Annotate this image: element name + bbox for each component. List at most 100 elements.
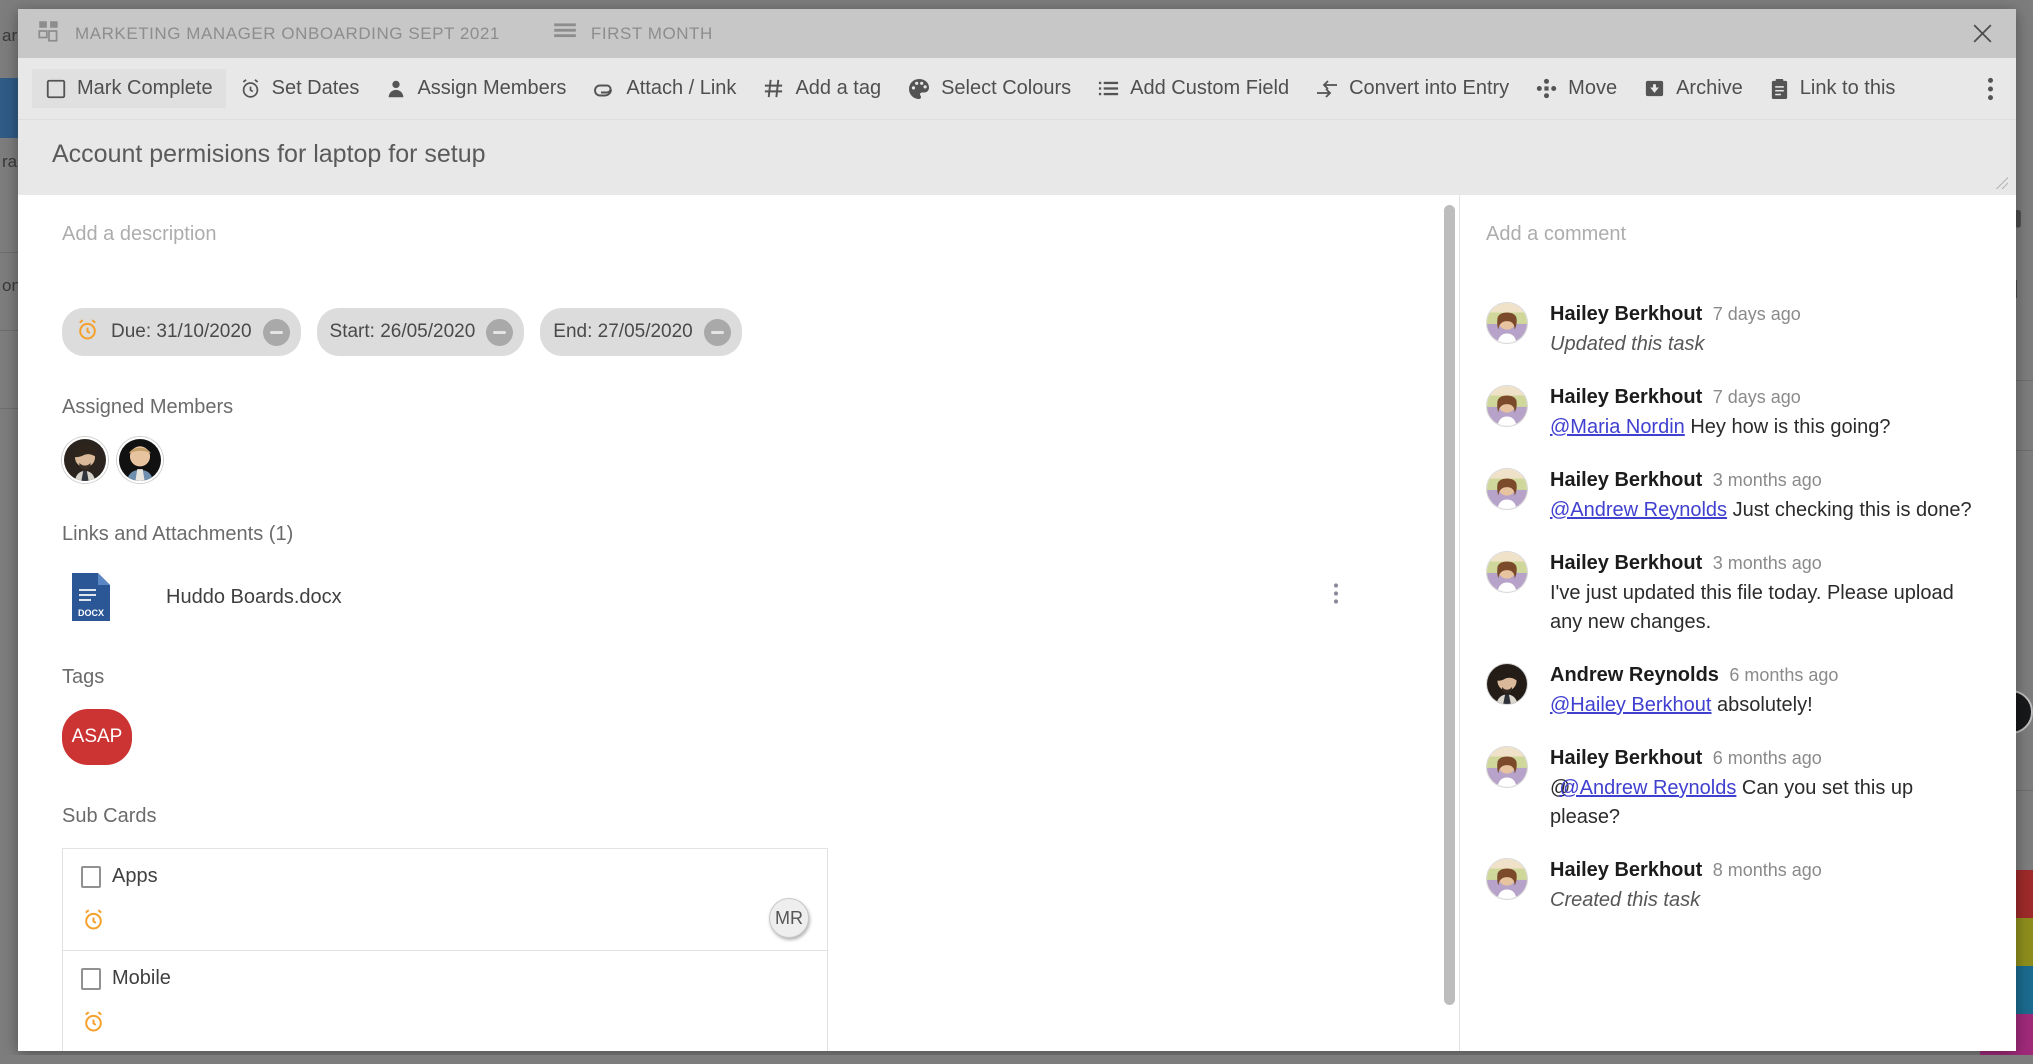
svg-text:DOCX: DOCX bbox=[78, 608, 104, 618]
start-date-chip[interactable]: Start: 26/05/2020 bbox=[316, 308, 525, 356]
sub-card[interactable]: Apps MR bbox=[62, 848, 828, 951]
avatar[interactable] bbox=[1486, 468, 1528, 510]
comment-author: Hailey Berkhout bbox=[1550, 552, 1703, 574]
comment-timestamp: 3 months ago bbox=[1712, 470, 1822, 490]
comment-item: Hailey Berkhout 7 days ago Updated this … bbox=[1486, 300, 1986, 359]
kebab-menu-icon[interactable] bbox=[1981, 70, 2000, 108]
avatar[interactable] bbox=[1486, 663, 1528, 705]
start-date-label: Start: 26/05/2020 bbox=[329, 321, 476, 342]
attachments-heading: Links and Attachments (1) bbox=[62, 523, 294, 545]
docx-file-icon: DOCX bbox=[72, 573, 110, 621]
avatar[interactable] bbox=[1486, 746, 1528, 788]
comment-item: Hailey Berkhout 7 days ago @Maria Nordin… bbox=[1486, 383, 1986, 442]
mention-link[interactable]: @Andrew Reynolds bbox=[1559, 777, 1736, 799]
avatar[interactable] bbox=[62, 437, 108, 483]
remove-icon[interactable] bbox=[703, 318, 731, 346]
comment-author: Hailey Berkhout bbox=[1550, 386, 1703, 408]
description-input[interactable]: Add a description bbox=[62, 223, 1415, 246]
remove-icon[interactable] bbox=[486, 318, 514, 346]
comment-author: Hailey Berkhout bbox=[1550, 303, 1703, 325]
comment-text: @Maria Nordin Hey how is this going? bbox=[1550, 413, 1986, 442]
alarm-clock-icon bbox=[75, 317, 100, 347]
comment-text: I've just updated this file today. Pleas… bbox=[1550, 582, 1954, 633]
comment-item: Andrew Reynolds 6 months ago @Hailey Ber… bbox=[1486, 661, 1986, 720]
add-a-tag-button[interactable]: Add a tag bbox=[749, 69, 894, 108]
sub-card[interactable]: Mobile bbox=[62, 951, 828, 1051]
card-toolbar: Mark Complete Set Dates Assign Members A… bbox=[18, 58, 2016, 120]
palette-icon bbox=[907, 77, 931, 101]
comment-timestamp: 3 months ago bbox=[1712, 553, 1822, 573]
link-to-this-button[interactable]: Link to this bbox=[1756, 69, 1909, 109]
comment-text: Updated this task bbox=[1550, 333, 1705, 355]
comment-text: @@Andrew Reynolds Can you set this up pl… bbox=[1550, 774, 1986, 832]
clipboard-icon bbox=[1769, 77, 1790, 101]
board-grid-icon bbox=[36, 18, 62, 49]
tags-heading: Tags bbox=[62, 666, 105, 688]
alarm-clock-icon bbox=[81, 1009, 106, 1039]
avatar[interactable] bbox=[1486, 302, 1528, 344]
card-left-scroll: Add a description Due: 31/10/2020 Start:… bbox=[18, 195, 1459, 1051]
sub-card-title: Mobile bbox=[112, 967, 171, 989]
paperclip-icon bbox=[592, 77, 616, 101]
sub-card-checkbox[interactable] bbox=[81, 865, 101, 888]
comment-body: Hey how is this going? bbox=[1684, 416, 1891, 438]
set-dates-label: Set Dates bbox=[271, 77, 360, 99]
window-bottom-strip bbox=[0, 1055, 2033, 1064]
mention-link[interactable]: @Hailey Berkhout bbox=[1550, 694, 1711, 716]
attachment-name[interactable]: Huddo Boards.docx bbox=[166, 586, 342, 609]
avatar[interactable] bbox=[1486, 858, 1528, 900]
comment-timestamp: 7 days ago bbox=[1712, 387, 1801, 407]
attachment-row[interactable]: DOCX Huddo Boards.docx bbox=[62, 568, 1415, 626]
end-date-chip[interactable]: End: 27/05/2020 bbox=[540, 308, 742, 356]
tag-asap[interactable]: ASAP bbox=[62, 709, 132, 765]
comment-text: Created this task bbox=[1550, 889, 1701, 911]
avatar[interactable] bbox=[1486, 385, 1528, 427]
close-icon[interactable] bbox=[1962, 14, 2002, 54]
kebab-menu-icon[interactable] bbox=[1327, 577, 1345, 618]
select-colours-button[interactable]: Select Colours bbox=[894, 69, 1084, 109]
move-button[interactable]: Move bbox=[1522, 69, 1630, 108]
breadcrumb-board-name[interactable]: MARKETING MANAGER ONBOARDING SEPT 2021 bbox=[75, 24, 500, 44]
sub-card-avatar[interactable]: MR bbox=[769, 898, 809, 938]
breadcrumb: MARKETING MANAGER ONBOARDING SEPT 2021 F… bbox=[18, 9, 2016, 58]
comment-author: Hailey Berkhout bbox=[1550, 859, 1703, 881]
due-date-chip[interactable]: Due: 31/10/2020 bbox=[62, 308, 301, 356]
mention-link[interactable]: @Maria Nordin bbox=[1550, 416, 1685, 438]
list-lines-icon bbox=[552, 20, 578, 47]
card-left-pane: Add a description Due: 31/10/2020 Start:… bbox=[18, 195, 1460, 1051]
page-title[interactable]: Account permisions for laptop for setup bbox=[52, 140, 1982, 169]
archive-button[interactable]: Archive bbox=[1630, 69, 1756, 108]
remove-icon[interactable] bbox=[262, 318, 290, 346]
assign-members-button[interactable]: Assign Members bbox=[372, 69, 579, 108]
scrollbar-thumb[interactable] bbox=[1444, 205, 1455, 1005]
sub-card-title: Apps bbox=[112, 865, 158, 887]
add-comment-input[interactable]: Add a comment bbox=[1486, 223, 1986, 246]
comment-text: @Andrew Reynolds Just checking this is d… bbox=[1550, 496, 1986, 525]
card-body: Add a description Due: 31/10/2020 Start:… bbox=[18, 195, 2016, 1051]
mark-complete-button[interactable]: Mark Complete bbox=[32, 69, 226, 108]
assign-members-label: Assign Members bbox=[417, 77, 567, 99]
left-pane-scrollbar[interactable] bbox=[1444, 205, 1455, 1041]
alarm-clock-icon bbox=[239, 77, 262, 100]
convert-into-entry-button[interactable]: Convert into Entry bbox=[1302, 69, 1522, 108]
sub-card-checkbox[interactable] bbox=[81, 967, 101, 990]
avatar[interactable] bbox=[117, 437, 163, 483]
comment-body: Just checking this is done? bbox=[1727, 499, 1972, 521]
end-date-label: End: 27/05/2020 bbox=[553, 321, 693, 342]
date-chips: Due: 31/10/2020 Start: 26/05/2020 End: 2… bbox=[62, 308, 1415, 356]
breadcrumb-list-name[interactable]: FIRST MONTH bbox=[591, 24, 713, 44]
comment-author: Hailey Berkhout bbox=[1550, 747, 1703, 769]
mention-link[interactable]: @Andrew Reynolds bbox=[1550, 499, 1727, 521]
comment-timestamp: 6 months ago bbox=[1712, 748, 1822, 768]
sub-cards-heading: Sub Cards bbox=[62, 805, 157, 827]
add-a-tag-label: Add a tag bbox=[795, 77, 882, 99]
comment-item: Hailey Berkhout 8 months ago Created thi… bbox=[1486, 856, 1986, 915]
resize-grip[interactable] bbox=[1994, 175, 2010, 191]
set-dates-button[interactable]: Set Dates bbox=[226, 69, 373, 108]
add-custom-field-button[interactable]: Add Custom Field bbox=[1084, 69, 1302, 108]
comment-body: absolutely! bbox=[1711, 694, 1813, 716]
card-title-bar: Account permisions for laptop for setup bbox=[18, 120, 2016, 195]
card-detail-modal: MARKETING MANAGER ONBOARDING SEPT 2021 F… bbox=[18, 9, 2016, 1051]
attach-link-button[interactable]: Attach / Link bbox=[579, 69, 749, 109]
avatar[interactable] bbox=[1486, 551, 1528, 593]
